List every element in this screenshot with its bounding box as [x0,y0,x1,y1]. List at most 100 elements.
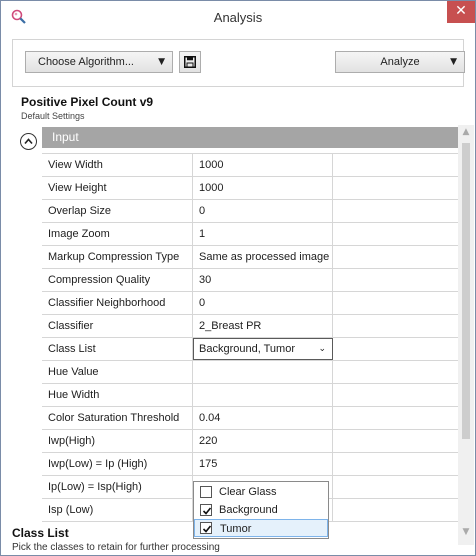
property-value[interactable]: 220 [193,430,333,452]
property-value[interactable]: 1000 [193,177,333,199]
property-name: Markup Compression Type [42,246,193,268]
property-name: Hue Width [42,384,193,406]
checkbox-checked-icon [202,525,212,533]
property-spacer [333,315,458,337]
section-collapse-button[interactable] [20,133,37,150]
property-spacer [333,200,458,222]
property-row[interactable]: View Width 1000 [42,154,458,177]
property-value[interactable]: 30 [193,269,333,291]
property-name: Iwp(High) [42,430,193,452]
description-title: Class List [12,526,69,540]
option-label: Background [219,504,278,516]
collapse-up-icon [24,138,33,145]
property-row[interactable]: Hue Width [42,384,458,407]
property-spacer [333,177,458,199]
property-value[interactable] [193,361,333,383]
property-value[interactable]: Same as processed image [193,246,333,268]
property-row[interactable]: Classifier 2_Breast PR [42,315,458,338]
property-name: View Width [42,154,193,176]
analysis-window: Analysis ✕ Choose Algorithm... ▼ Analyze… [0,0,476,556]
analyze-label: Analyze [380,56,420,68]
property-spacer [333,223,458,245]
scroll-up-icon[interactable]: ▲ [458,127,474,141]
property-spacer [333,453,458,475]
window-title: Analysis [213,10,263,25]
property-spacer [333,269,458,291]
close-icon: ✕ [455,3,467,19]
property-row[interactable]: Overlap Size 0 [42,200,458,223]
property-value[interactable]: 1000 [193,154,333,176]
choose-algorithm-button[interactable]: Choose Algorithm... ▼ [25,51,173,73]
option-label: Clear Glass [219,486,277,498]
property-spacer [333,384,458,406]
property-spacer [333,361,458,383]
class-list-popup: Clear Glass Background Tumor [193,481,329,539]
property-row[interactable]: Iwp(Low) = Ip (High) 175 [42,453,458,476]
property-name: Hue Value [42,361,193,383]
description-text: Pick the classes to retain for further p… [12,542,220,553]
option-background[interactable]: Background [194,501,328,519]
checkbox-unchecked[interactable] [200,486,212,498]
property-row[interactable]: Classifier Neighborhood 0 [42,292,458,315]
checkbox-checked[interactable] [200,504,212,516]
class-list-dropdown[interactable]: Background, Tumor ⌄ [193,338,333,360]
property-row[interactable]: Class List Background, Tumor ⌄ [42,338,458,361]
chevron-down-icon[interactable]: ▼ [450,52,457,72]
chevron-down-icon: ▼ [158,57,165,67]
property-spacer [333,246,458,268]
scroll-down-icon[interactable]: ▼ [458,527,474,541]
property-name: View Height [42,177,193,199]
property-name: Iwp(Low) = Ip (High) [42,453,193,475]
property-spacer [333,292,458,314]
property-value[interactable]: 1 [193,223,333,245]
checkbox-checked[interactable] [200,522,212,534]
property-name: Isp (Low) [42,499,193,521]
property-spacer [333,338,458,360]
save-button[interactable] [179,51,201,73]
vertical-scrollbar[interactable]: ▲ ▼ [458,125,474,545]
property-row[interactable]: Hue Value [42,361,458,384]
chevron-down-icon[interactable]: ⌄ [318,339,326,359]
option-clear-glass[interactable]: Clear Glass [194,483,328,501]
save-icon [184,56,196,68]
property-value[interactable]: 0 [193,200,333,222]
property-name: Compression Quality [42,269,193,291]
analyze-button[interactable]: Analyze ▼ [335,51,465,73]
property-row[interactable]: Image Zoom 1 [42,223,458,246]
toolbar: Choose Algorithm... ▼ Analyze ▼ [12,39,465,87]
property-spacer [333,430,458,452]
scroll-thumb[interactable] [462,143,470,439]
close-button[interactable]: ✕ [447,1,475,23]
property-grid: Input View Width 1000 View Height 1000 O… [12,125,475,545]
property-spacer [333,476,458,498]
property-value[interactable]: 175 [193,453,333,475]
property-name: Ip(Low) = Isp(High) [42,476,193,498]
property-spacer [333,499,458,521]
property-list: View Width 1000 View Height 1000 Overlap… [42,153,458,522]
property-value[interactable]: 2_Breast PR [193,315,333,337]
property-name: Class List [42,338,193,360]
property-row[interactable]: Color Saturation Threshold 0.04 [42,407,458,430]
section-header-input[interactable]: Input [42,127,462,148]
property-value[interactable] [193,384,333,406]
choose-algorithm-label: Choose Algorithm... [38,56,134,68]
property-name: Overlap Size [42,200,193,222]
property-name: Classifier [42,315,193,337]
property-row[interactable]: Iwp(High) 220 [42,430,458,453]
property-name: Image Zoom [42,223,193,245]
property-name: Color Saturation Threshold [42,407,193,429]
property-row[interactable]: Markup Compression Type Same as processe… [42,246,458,269]
property-spacer [333,407,458,429]
class-list-value: Background, Tumor [199,343,295,355]
property-row[interactable]: View Height 1000 [42,177,458,200]
property-value[interactable]: 0 [193,292,333,314]
title-bar[interactable]: Analysis ✕ [1,1,475,33]
option-label: Tumor [220,523,252,535]
checkbox-checked-icon [202,507,212,515]
property-value[interactable]: 0.04 [193,407,333,429]
property-row[interactable]: Compression Quality 30 [42,269,458,292]
property-name: Classifier Neighborhood [42,292,193,314]
option-tumor[interactable]: Tumor [194,519,328,537]
algorithm-name: Positive Pixel Count v9 [21,95,154,109]
algorithm-settings: Default Settings [21,111,85,121]
